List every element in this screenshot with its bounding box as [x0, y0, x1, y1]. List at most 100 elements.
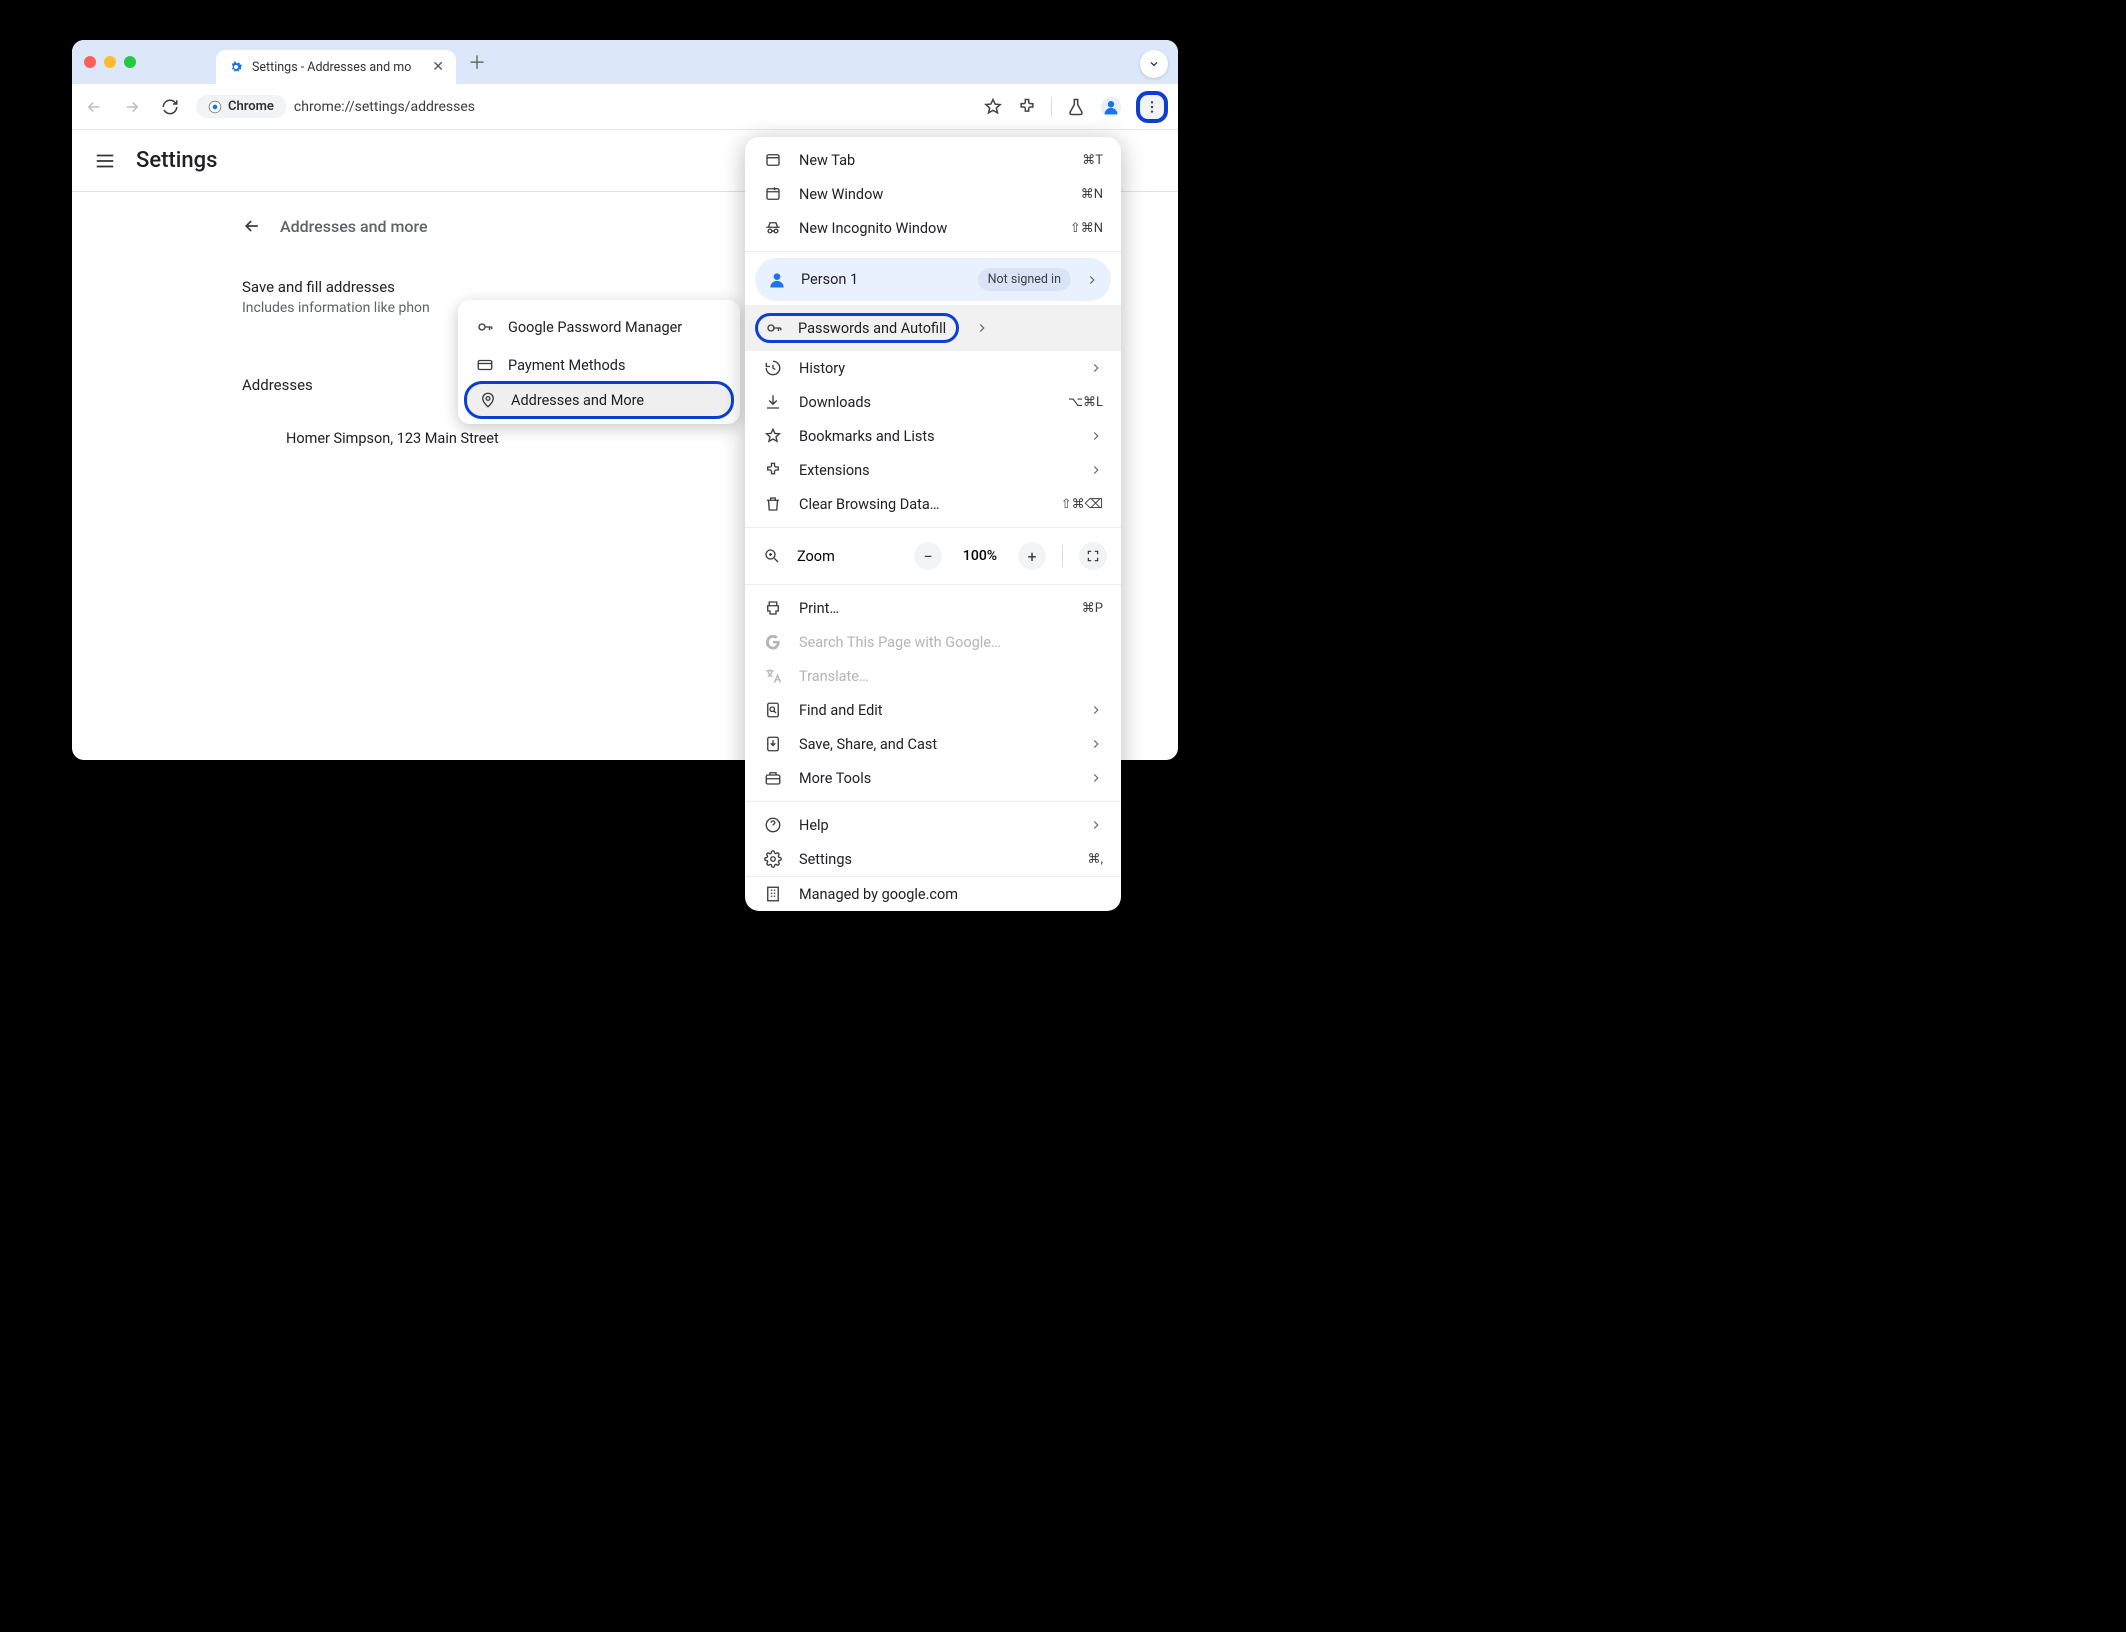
chevron-right-icon	[1089, 361, 1103, 375]
translate-icon	[763, 667, 783, 685]
submenu-addresses-more[interactable]: Addresses and More	[464, 381, 734, 419]
tabs-dropdown-button[interactable]	[1140, 50, 1168, 78]
menu-extensions[interactable]: Extensions	[745, 453, 1121, 487]
reload-button[interactable]	[158, 95, 182, 119]
menu-help[interactable]: Help	[745, 808, 1121, 842]
save-share-icon	[763, 735, 783, 753]
zoom-label: Zoom	[797, 548, 898, 565]
menu-shortcut: ⌘T	[1082, 153, 1103, 168]
menu-divider	[745, 584, 1121, 585]
chevron-right-icon	[1085, 273, 1099, 287]
browser-tab[interactable]: Settings - Addresses and mo ✕	[216, 50, 456, 84]
menu-label: New Tab	[799, 152, 1066, 169]
submenu-password-manager[interactable]: Google Password Manager	[458, 308, 740, 346]
menu-label: Managed by google.com	[799, 886, 1103, 903]
maximize-window-button[interactable]	[124, 56, 136, 68]
print-icon	[763, 599, 783, 617]
separator	[1051, 97, 1052, 117]
menu-label: More Tools	[799, 770, 1073, 787]
submenu-payment-methods[interactable]: Payment Methods	[458, 346, 740, 384]
menu-settings[interactable]: Settings ⌘,	[745, 842, 1121, 876]
menu-managed[interactable]: Managed by google.com	[745, 877, 1121, 911]
menu-shortcut: ⇧⌘N	[1070, 221, 1103, 236]
window-controls	[84, 56, 136, 68]
chrome-menu: New Tab ⌘T New Window ⌘N New Incognito W…	[745, 137, 1121, 911]
zoom-in-button[interactable]: +	[1018, 542, 1046, 570]
chrome-menu-button[interactable]	[1136, 91, 1168, 123]
site-chip[interactable]: Chrome	[196, 95, 286, 118]
menu-shortcut: ⇧⌘⌫	[1061, 497, 1103, 512]
toolbar-right	[983, 91, 1168, 123]
toolbox-icon	[763, 769, 783, 787]
minimize-window-button[interactable]	[104, 56, 116, 68]
zoom-out-button[interactable]: −	[914, 542, 942, 570]
chevron-right-icon	[1089, 429, 1103, 443]
menu-footer: Managed by google.com	[745, 876, 1121, 911]
chevron-right-icon	[1089, 703, 1103, 717]
menu-profile[interactable]: Person 1 Not signed in	[755, 258, 1111, 301]
profile-avatar-icon[interactable]	[1100, 96, 1122, 118]
menu-history[interactable]: History	[745, 351, 1121, 385]
settings-gear-icon	[228, 59, 244, 75]
menu-shortcut: ⌘,	[1087, 852, 1103, 867]
help-icon	[763, 816, 783, 834]
menu-passwords-autofill[interactable]: Passwords and Autofill	[745, 305, 1121, 351]
menu-print[interactable]: Print… ⌘P	[745, 591, 1121, 625]
back-arrow-icon[interactable]	[242, 216, 262, 236]
menu-shortcut: ⌘P	[1082, 601, 1103, 616]
menu-label: Save, Share, and Cast	[799, 736, 1073, 753]
key-icon	[764, 319, 784, 337]
menu-label: Downloads	[799, 394, 1052, 411]
submenu-label: Addresses and More	[511, 392, 644, 409]
new-tab-button[interactable]: ＋	[468, 49, 486, 75]
menu-label: New Window	[799, 186, 1065, 203]
menu-clear-data[interactable]: Clear Browsing Data… ⇧⌘⌫	[745, 487, 1121, 521]
menu-bookmarks[interactable]: Bookmarks and Lists	[745, 419, 1121, 453]
menu-label: Bookmarks and Lists	[799, 428, 1073, 445]
history-icon	[763, 359, 783, 377]
menu-new-window[interactable]: New Window ⌘N	[745, 177, 1121, 211]
autofill-submenu: Google Password Manager Payment Methods …	[458, 300, 740, 424]
gear-icon	[763, 850, 783, 868]
zoom-icon	[763, 547, 781, 565]
menu-label: Help	[799, 817, 1073, 834]
menu-translate: Translate…	[745, 659, 1121, 693]
address-bar[interactable]: Chrome chrome://settings/addresses	[196, 95, 969, 118]
labs-flask-icon[interactable]	[1066, 97, 1086, 117]
menu-label: Extensions	[799, 462, 1073, 479]
extensions-puzzle-icon[interactable]	[1017, 97, 1037, 117]
star-icon	[763, 427, 783, 445]
chevron-right-icon	[975, 321, 989, 335]
menu-label: New Incognito Window	[799, 220, 1054, 237]
toolbar: Chrome chrome://settings/addresses	[72, 84, 1178, 130]
menu-label: Clear Browsing Data…	[799, 496, 1045, 513]
url-text: chrome://settings/addresses	[294, 99, 475, 115]
menu-search-page: Search This Page with Google…	[745, 625, 1121, 659]
close-window-button[interactable]	[84, 56, 96, 68]
chevron-right-icon	[1089, 771, 1103, 785]
menu-divider	[745, 527, 1121, 528]
close-tab-icon[interactable]: ✕	[432, 59, 444, 75]
bookmark-star-icon[interactable]	[983, 97, 1003, 117]
menu-new-incognito[interactable]: New Incognito Window ⇧⌘N	[745, 211, 1121, 245]
incognito-icon	[763, 219, 783, 237]
menu-downloads[interactable]: Downloads ⌥⌘L	[745, 385, 1121, 419]
page-title: Addresses and more	[280, 217, 428, 236]
menu-icon[interactable]	[94, 150, 116, 172]
forward-button[interactable]	[120, 95, 144, 119]
trash-icon	[763, 495, 783, 513]
menu-shortcut: ⌥⌘L	[1068, 395, 1103, 410]
menu-more-tools[interactable]: More Tools	[745, 761, 1121, 795]
tab-title: Settings - Addresses and mo	[252, 60, 424, 75]
settings-title: Settings	[136, 148, 217, 173]
fullscreen-button[interactable]	[1079, 542, 1107, 570]
submenu-label: Google Password Manager	[508, 319, 682, 336]
separator	[1062, 545, 1063, 567]
menu-new-tab[interactable]: New Tab ⌘T	[745, 143, 1121, 177]
menu-save-share-cast[interactable]: Save, Share, and Cast	[745, 727, 1121, 761]
new-window-icon	[763, 185, 783, 203]
menu-divider	[745, 801, 1121, 802]
back-button[interactable]	[82, 95, 106, 119]
profile-name: Person 1	[801, 271, 964, 288]
menu-find-edit[interactable]: Find and Edit	[745, 693, 1121, 727]
